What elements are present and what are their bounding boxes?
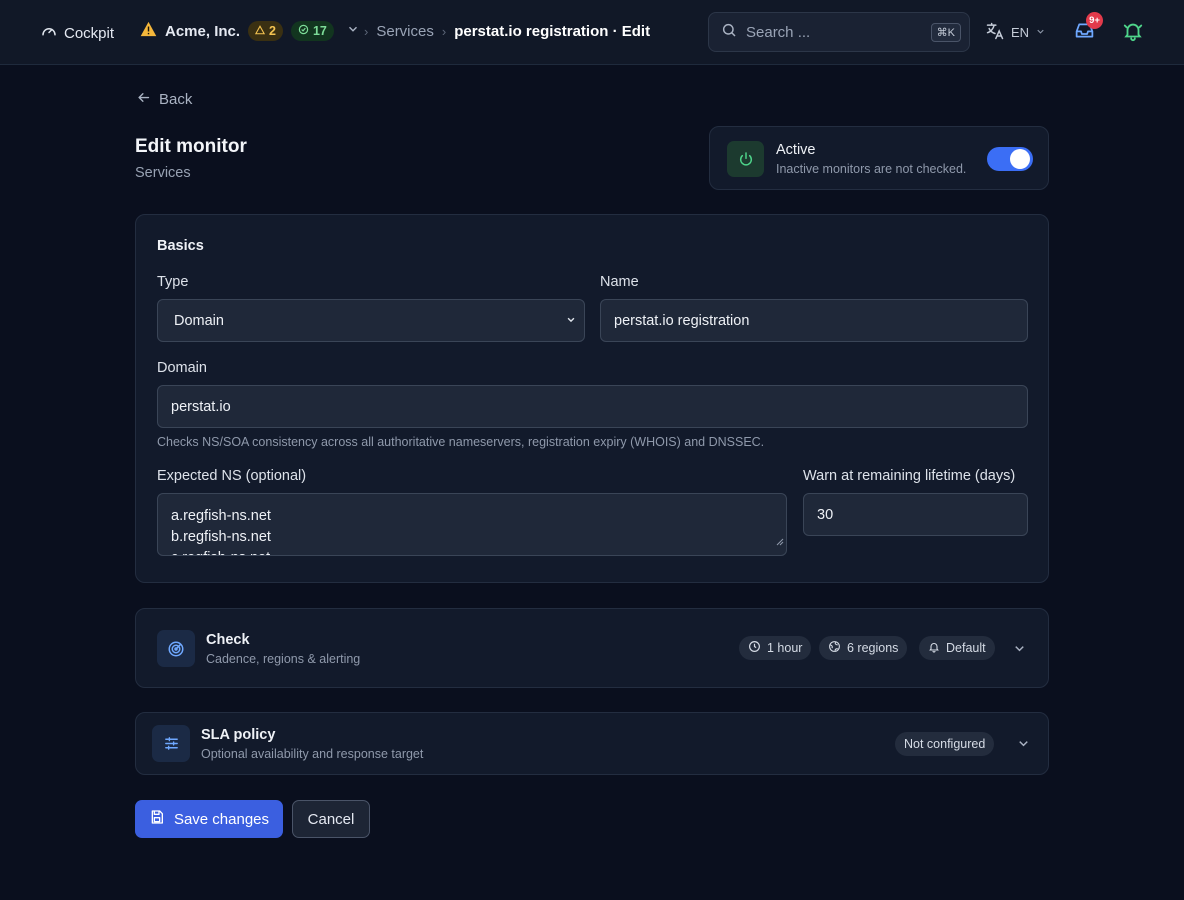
breadcrumb-separator-icon: › bbox=[441, 24, 447, 39]
save-button[interactable]: Save changes bbox=[135, 800, 283, 838]
ok-count-badge: 17 bbox=[290, 21, 334, 41]
language-switcher[interactable]: EN bbox=[985, 21, 1046, 44]
org-name: Acme, Inc. bbox=[165, 22, 241, 40]
name-value: perstat.io registration bbox=[614, 312, 750, 329]
check-subtitle: Cadence, regions & alerting bbox=[206, 652, 361, 666]
regions-value: 6 regions bbox=[847, 641, 899, 655]
type-label: Type bbox=[157, 274, 189, 290]
inbox-badge: 9+ bbox=[1086, 12, 1103, 29]
resize-handle-icon[interactable] bbox=[776, 532, 784, 553]
search-icon bbox=[721, 22, 737, 42]
warn-lifetime-value: 30 bbox=[817, 506, 834, 523]
domain-field[interactable]: perstat.io bbox=[157, 385, 1028, 428]
active-description: Inactive monitors are not checked. bbox=[776, 162, 967, 176]
ok-count: 17 bbox=[312, 24, 327, 38]
chevron-down-icon bbox=[1035, 25, 1046, 40]
brand-link[interactable]: Cockpit bbox=[40, 22, 114, 44]
breadcrumb-services[interactable]: Services bbox=[376, 23, 434, 40]
domain-label: Domain bbox=[157, 360, 207, 376]
page-subtitle: Services bbox=[135, 165, 191, 181]
type-select[interactable]: Domain bbox=[157, 299, 585, 342]
active-title: Active bbox=[776, 142, 816, 158]
warn-lifetime-field[interactable]: 30 bbox=[803, 493, 1028, 536]
bell-icon bbox=[928, 641, 940, 656]
gauge-icon bbox=[40, 22, 58, 44]
expected-ns-label: Expected NS (optional) bbox=[157, 468, 307, 484]
alerting-chip: Default bbox=[919, 636, 995, 660]
section-title: Basics bbox=[157, 238, 204, 254]
bell-icon bbox=[1122, 20, 1144, 45]
cadence-chip: 1 hour bbox=[739, 636, 812, 660]
warning-icon bbox=[140, 21, 157, 41]
name-field[interactable]: perstat.io registration bbox=[600, 299, 1028, 342]
domain-hint: Checks NS/SOA consistency across all aut… bbox=[157, 435, 765, 449]
active-toggle-card: Active Inactive monitors are not checked… bbox=[709, 126, 1049, 190]
domain-value: perstat.io bbox=[171, 398, 231, 415]
alerts-button[interactable] bbox=[1122, 20, 1144, 45]
warn-lifetime-label: Warn at remaining lifetime (days) bbox=[803, 468, 1016, 484]
chevron-down-icon[interactable] bbox=[1012, 641, 1027, 659]
language-label: EN bbox=[1011, 25, 1030, 40]
chevron-down-icon bbox=[564, 313, 578, 331]
ns-line: b.regfish-ns.net bbox=[171, 529, 271, 545]
sla-title: SLA policy bbox=[201, 727, 276, 743]
toggle-knob bbox=[1010, 149, 1030, 169]
warning-count-badge: 2 bbox=[248, 21, 283, 41]
clock-icon bbox=[748, 640, 761, 656]
back-label: Back bbox=[159, 91, 193, 108]
ns-line: c.regfish-ns.net bbox=[171, 548, 773, 555]
save-label: Save changes bbox=[173, 810, 270, 828]
ns-line: a.regfish-ns.net bbox=[171, 508, 271, 524]
sliders-icon bbox=[152, 725, 190, 762]
globe-icon bbox=[828, 640, 841, 656]
search-shortcut: ⌘K bbox=[930, 22, 961, 42]
name-label: Name bbox=[600, 274, 639, 290]
inbox-button[interactable]: 9+ bbox=[1074, 12, 1103, 44]
warning-count: 2 bbox=[269, 24, 276, 38]
small-warning-icon bbox=[254, 24, 266, 38]
search-input[interactable]: Search ... ⌘K bbox=[708, 12, 970, 52]
cadence-value: 1 hour bbox=[767, 641, 803, 655]
page-title: Edit monitor bbox=[135, 136, 247, 157]
arrow-left-icon bbox=[136, 90, 151, 109]
search-placeholder: Search ... bbox=[746, 23, 811, 41]
top-navigation-bar: Cockpit Acme, Inc. 2 17 › Services › per… bbox=[0, 0, 1184, 65]
save-icon bbox=[149, 809, 165, 829]
check-title: Check bbox=[206, 632, 250, 648]
chevron-down-icon bbox=[346, 22, 360, 40]
sla-policy-section[interactable]: SLA policy Optional availability and res… bbox=[135, 712, 1049, 775]
breadcrumb-current: perstat.io registration · Edit bbox=[454, 23, 651, 40]
check-section[interactable]: Check Cadence, regions & alerting 1 hour… bbox=[135, 608, 1049, 688]
regions-chip: 6 regions bbox=[819, 636, 908, 660]
chevron-down-icon[interactable] bbox=[1016, 736, 1031, 754]
sla-status: Not configured bbox=[904, 737, 986, 751]
sla-status-badge: Not configured bbox=[895, 732, 995, 756]
radar-icon bbox=[157, 630, 195, 667]
type-value: Domain bbox=[174, 312, 224, 329]
power-icon bbox=[727, 141, 764, 177]
translate-icon bbox=[985, 21, 1005, 44]
active-toggle[interactable] bbox=[987, 147, 1033, 171]
sla-subtitle: Optional availability and response targe… bbox=[201, 747, 424, 761]
breadcrumb: › Services › perstat.io registration · E… bbox=[364, 23, 650, 40]
expected-ns-textarea[interactable]: a.regfish-ns.net b.regfish-ns.net c.regf… bbox=[157, 493, 787, 556]
org-switcher[interactable]: Acme, Inc. 2 17 bbox=[140, 21, 360, 41]
basics-section: Basics Type Domain Name perstat.io regis… bbox=[135, 214, 1049, 583]
cancel-button[interactable]: Cancel bbox=[292, 800, 370, 838]
check-circle-icon bbox=[298, 24, 309, 38]
breadcrumb-separator-icon: › bbox=[364, 24, 369, 39]
alerting-value: Default bbox=[946, 641, 986, 655]
back-link[interactable]: Back bbox=[136, 90, 192, 109]
brand-name: Cockpit bbox=[64, 24, 115, 42]
